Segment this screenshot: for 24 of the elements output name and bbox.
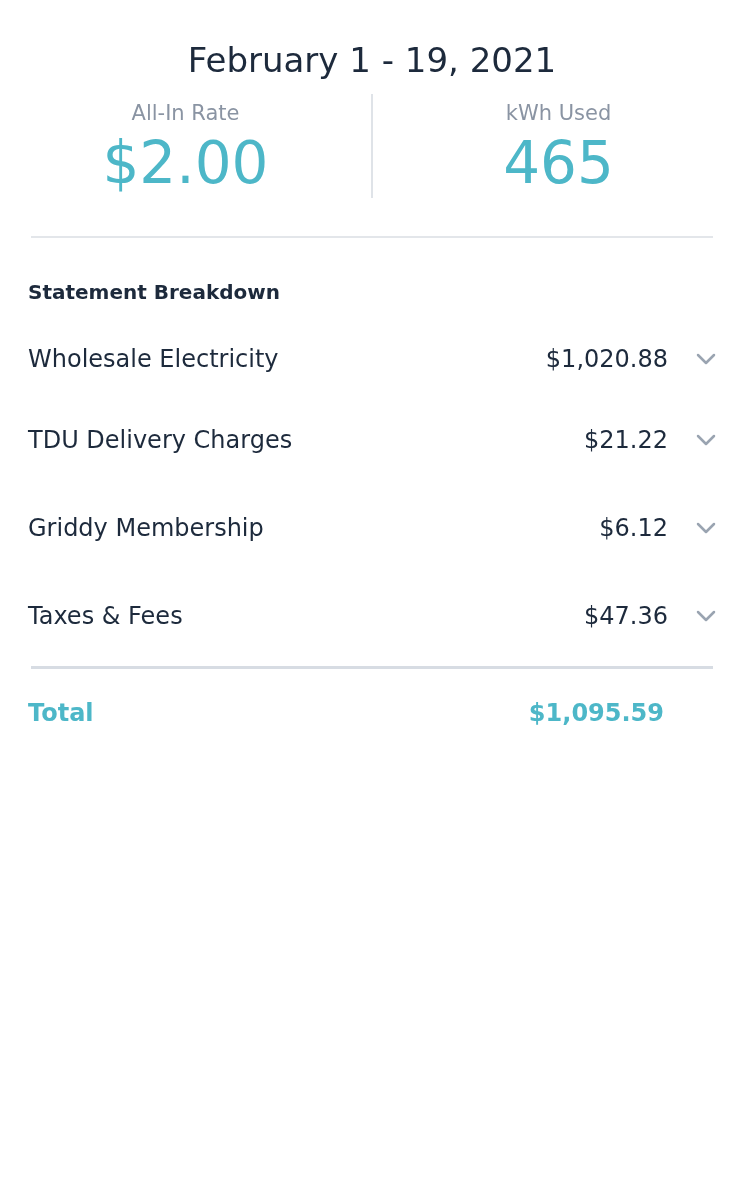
- charge-amount: $21.22: [584, 425, 668, 456]
- charge-amount: $47.36: [584, 601, 668, 632]
- breakdown-row[interactable]: Wholesale Electricity $1,020.88: [0, 322, 744, 396]
- stat-value: 465: [503, 128, 614, 198]
- breakdown-row[interactable]: Griddy Membership $6.12: [0, 484, 744, 572]
- charge-label: Griddy Membership: [28, 513, 265, 544]
- breakdown-row[interactable]: Taxes & Fees $47.36: [0, 572, 744, 660]
- stat-value: $2.00: [102, 128, 269, 198]
- charge-label: Wholesale Electricity: [28, 344, 280, 375]
- charge-label: Taxes & Fees: [28, 601, 184, 632]
- stat-label: All-In Rate: [131, 100, 240, 127]
- chevron-down-icon[interactable]: [696, 610, 716, 622]
- chevron-down-icon[interactable]: [696, 434, 716, 446]
- total-label: Total: [28, 698, 95, 729]
- section-heading: Statement Breakdown: [28, 279, 281, 306]
- charge-label: TDU Delivery Charges: [28, 425, 294, 456]
- charge-amount: $6.12: [599, 513, 668, 544]
- statement-period-title: February 1 - 19, 2021: [186, 39, 558, 82]
- stat-label: kWh Used: [505, 100, 612, 127]
- breakdown-row[interactable]: TDU Delivery Charges $21.22: [0, 396, 744, 484]
- chevron-down-icon[interactable]: [696, 522, 716, 534]
- chevron-down-icon[interactable]: [696, 353, 716, 365]
- total-amount: $1,095.59: [528, 698, 664, 729]
- charge-amount: $1,020.88: [545, 344, 668, 375]
